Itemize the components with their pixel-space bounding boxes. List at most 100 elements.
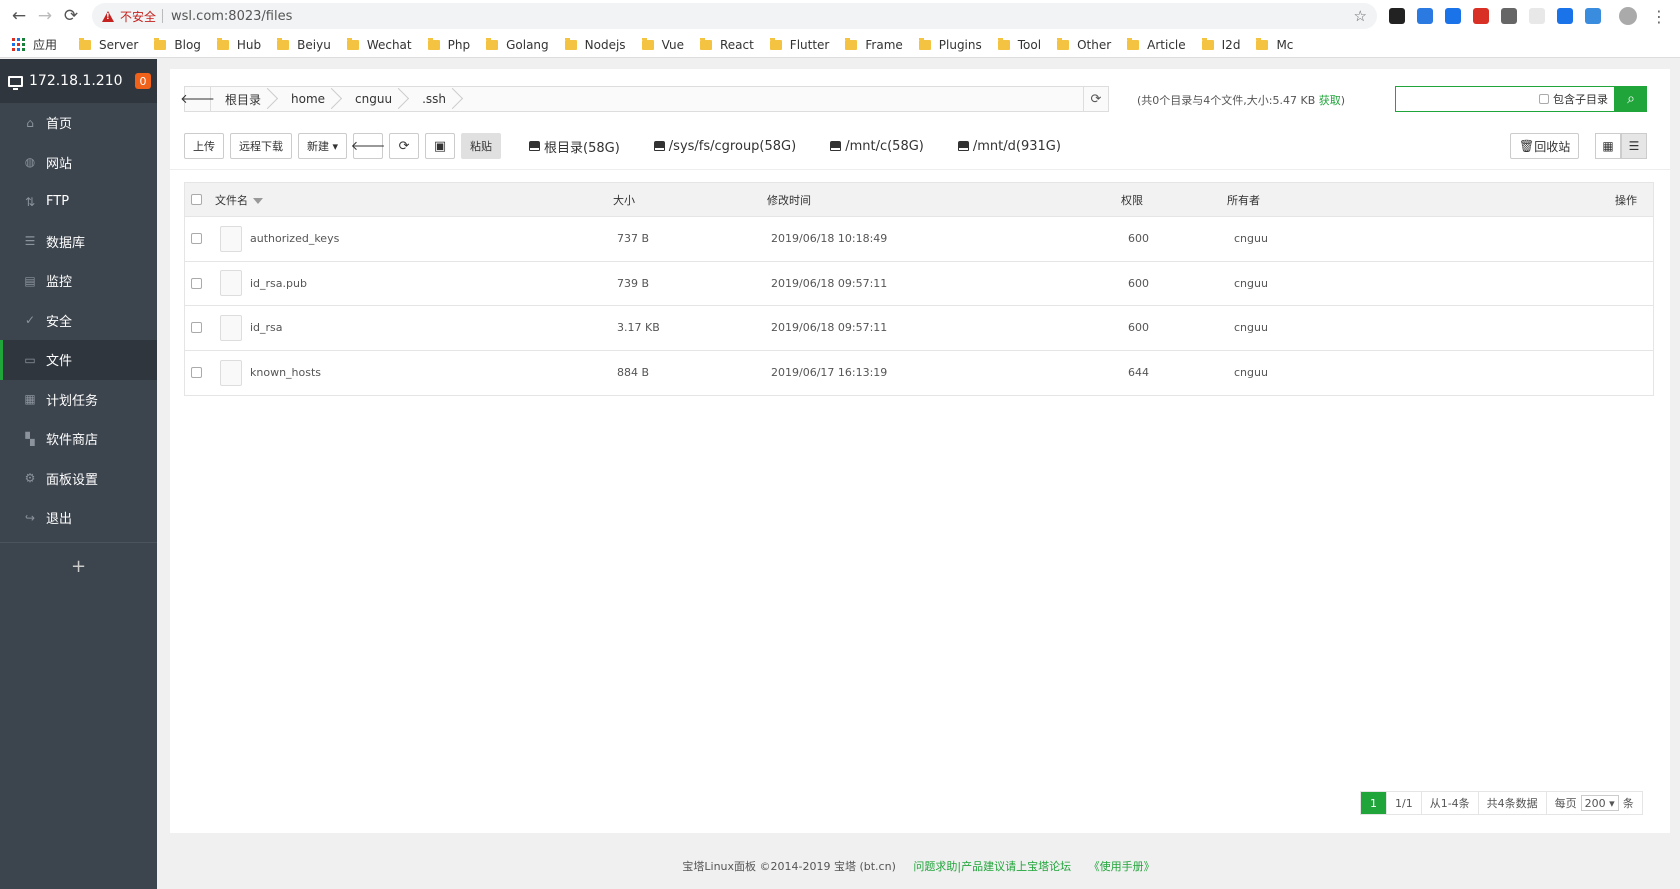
bookmark-item[interactable]: Blog	[154, 37, 201, 52]
path-back-icon[interactable]: 🡐	[180, 87, 215, 111]
bookmark-item[interactable]: Beiyu	[277, 37, 331, 52]
disk-shortcut[interactable]: 根目录(58G)	[529, 137, 620, 156]
terminal-icon[interactable]: ▣	[425, 133, 456, 159]
new-dropdown-button[interactable]: 新建 ▾	[298, 133, 348, 159]
file-owner[interactable]: cnguu	[1234, 277, 1268, 290]
extension-icon[interactable]	[1557, 8, 1573, 24]
bookmark-item[interactable]: Plugins	[918, 37, 982, 52]
file-perm[interactable]: 644	[1128, 366, 1149, 379]
file-perm[interactable]: 600	[1128, 232, 1149, 245]
file-name[interactable]: id_rsa.pub	[250, 277, 307, 290]
bookmark-item[interactable]: Frame	[845, 37, 903, 52]
bookmark-apps[interactable]: 应用	[12, 36, 57, 53]
grid-view-icon[interactable]: ▦	[1595, 133, 1621, 159]
page-current[interactable]: 1	[1361, 792, 1387, 814]
file-owner[interactable]: cnguu	[1234, 366, 1268, 379]
extension-icon[interactable]	[1473, 8, 1489, 24]
search-input[interactable]	[1400, 89, 1530, 109]
extension-icon[interactable]	[1445, 8, 1461, 24]
recycle-bin-button[interactable]: 🗑 回收站	[1510, 133, 1580, 159]
reload-icon[interactable]: ⟳	[58, 3, 84, 29]
remote-download-button[interactable]: 远程下载	[230, 133, 292, 159]
sidebar-item[interactable]: ◍ 网站	[0, 143, 157, 183]
table-row[interactable]: id_rsa 3.17 KB 2019/06/18 09:57:11 600 cnguu	[185, 306, 1653, 351]
sidebar-item[interactable]: ☰ 数据库	[0, 222, 157, 262]
bookmark-item[interactable]: React	[699, 37, 754, 52]
row-checkbox[interactable]	[191, 277, 202, 289]
get-size-link[interactable]: 获取	[1319, 94, 1341, 107]
bookmark-item[interactable]: Vue	[641, 37, 684, 52]
bookmark-item[interactable]: Other	[1057, 37, 1111, 52]
url-text[interactable]: wsl.com:8023/files	[171, 9, 292, 24]
bookmark-item[interactable]: Tool	[997, 37, 1041, 52]
bookmark-item[interactable]: Nodejs	[564, 37, 626, 52]
back-arrow-icon[interactable]: ←	[6, 3, 32, 29]
sidebar-item[interactable]: ↪ 退出	[0, 498, 157, 538]
table-row[interactable]: known_hosts 884 B 2019/06/17 16:13:19 644 cn…	[185, 351, 1653, 396]
sidebar-item[interactable]: ✓ 安全	[0, 301, 157, 341]
file-perm[interactable]: 600	[1128, 277, 1149, 290]
table-row[interactable]: authorized_keys 737 B 2019/06/18 10:18:49 6…	[185, 217, 1653, 262]
bookmark-item[interactable]: Mc	[1256, 37, 1293, 52]
header-owner[interactable]: 所有者	[1227, 192, 1260, 208]
back-icon[interactable]: 🡐	[351, 133, 385, 159]
add-shortcut-button[interactable]: +	[0, 547, 157, 587]
breadcrumb-item[interactable]: home	[277, 87, 341, 111]
bookmark-item[interactable]: Flutter	[769, 37, 829, 52]
select-all-checkbox[interactable]	[191, 194, 202, 205]
file-name[interactable]: id_rsa	[250, 321, 283, 334]
bookmark-item[interactable]: Golang	[486, 37, 549, 52]
breadcrumb-item[interactable]: 根目录	[211, 87, 277, 111]
breadcrumb-item[interactable]: cnguu	[341, 87, 408, 111]
browser-menu-icon[interactable]: ⋮	[1651, 7, 1667, 26]
header-size[interactable]: 大小	[613, 192, 635, 208]
breadcrumb-item[interactable]: .ssh	[408, 87, 462, 111]
path-refresh-icon[interactable]: ⟳	[1083, 86, 1109, 112]
extension-icon[interactable]	[1529, 8, 1545, 24]
bookmark-item[interactable]: Article	[1127, 37, 1186, 52]
disk-shortcut[interactable]: /mnt/c(58G)	[830, 139, 924, 154]
extension-icon[interactable]	[1585, 8, 1601, 24]
per-page-select[interactable]: 200 ▾	[1580, 795, 1619, 811]
search-button[interactable]: ⌕	[1615, 86, 1647, 112]
row-checkbox[interactable]	[191, 233, 202, 245]
list-view-icon[interactable]: ☰	[1621, 133, 1647, 159]
sidebar-item[interactable]: ▭ 文件	[0, 340, 157, 380]
bookmark-star-icon[interactable]: ☆	[1354, 7, 1367, 25]
extension-icon[interactable]	[1389, 8, 1405, 24]
bookmark-item[interactable]: Hub	[216, 37, 261, 52]
include-subdir-option[interactable]: 包含子目录	[1539, 91, 1608, 107]
row-checkbox[interactable]	[191, 322, 202, 334]
bookmark-item[interactable]: Server	[79, 37, 138, 52]
header-name[interactable]: 文件名	[215, 192, 263, 208]
address-bar[interactable]: 不安全 wsl.com:8023/files ☆	[92, 3, 1377, 29]
table-row[interactable]: id_rsa.pub 739 B 2019/06/18 09:57:11 600 cng…	[185, 262, 1653, 306]
include-subdir-checkbox[interactable]	[1539, 94, 1549, 104]
disk-shortcut[interactable]: /sys/fs/cgroup(58G)	[653, 139, 796, 154]
bookmark-item[interactable]: Php	[427, 37, 470, 52]
sidebar-item[interactable]: ⚙ 面板设置	[0, 459, 157, 499]
file-owner[interactable]: cnguu	[1234, 232, 1268, 245]
forward-arrow-icon[interactable]: →	[32, 3, 58, 29]
extension-icon[interactable]	[1501, 8, 1517, 24]
sidebar-item[interactable]: ▦ 计划任务	[0, 380, 157, 420]
sidebar-item[interactable]: ▚ 软件商店	[0, 419, 157, 459]
forum-link[interactable]: 问题求助|产品建议请上宝塔论坛	[913, 860, 1071, 873]
upload-button[interactable]: 上传	[184, 133, 224, 159]
sidebar-item[interactable]: ⇅ FTP	[0, 182, 157, 222]
refresh-icon[interactable]: ⟳	[389, 133, 420, 159]
file-perm[interactable]: 600	[1128, 321, 1149, 334]
paste-button[interactable]: 粘贴	[461, 133, 502, 159]
header-perm[interactable]: 权限	[1121, 192, 1143, 208]
file-name[interactable]: known_hosts	[250, 366, 321, 379]
profile-avatar[interactable]	[1619, 7, 1637, 25]
row-checkbox[interactable]	[191, 367, 202, 379]
bookmark-item[interactable]: I2d	[1201, 37, 1240, 52]
header-mtime[interactable]: 修改时间	[767, 192, 811, 208]
message-badge[interactable]: 0	[135, 73, 151, 89]
file-name[interactable]: authorized_keys	[250, 232, 339, 245]
sidebar-item[interactable]: ▤ 监控	[0, 261, 157, 301]
file-owner[interactable]: cnguu	[1234, 321, 1268, 334]
bookmark-item[interactable]: Wechat	[346, 37, 412, 52]
extension-icon[interactable]	[1417, 8, 1433, 24]
